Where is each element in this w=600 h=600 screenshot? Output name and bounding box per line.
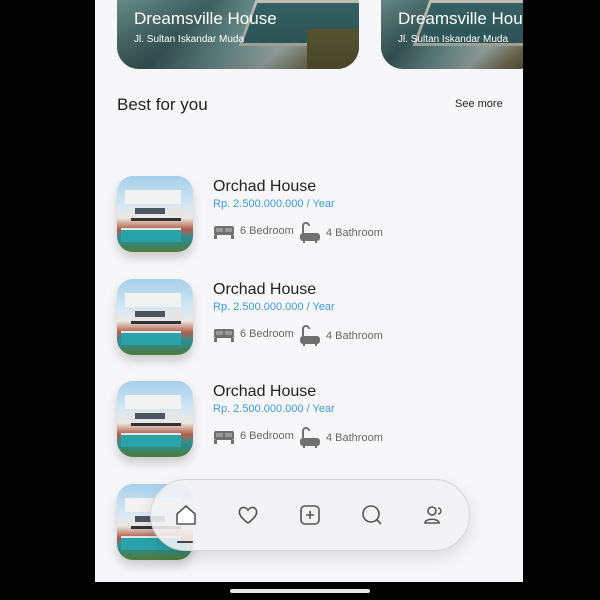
featured-card[interactable]: Dreamsville House Jl. Sultan Iskandar Mu… [381,0,523,69]
bathroom-info: 4 Bathroom [299,222,383,244]
featured-card[interactable]: Dreamsville House Jl. Sultan Iskandar Mu… [117,0,359,69]
bathroom-count: 4 Bathroom [326,227,383,239]
section-title: Best for you [117,95,208,114]
bottom-nav [150,479,470,551]
bedroom-count: 6 Bedroom [240,328,294,340]
house-price: Rp. 2.500.000.000 / Year [213,198,335,210]
house-name: Orchad House [213,281,317,298]
bathtub-icon [300,427,320,448]
bathroom-count: 4 Bathroom [326,330,383,342]
featured-address: Jl. Sultan Iskandar Muda [134,34,245,45]
house-name: Orchad House [213,383,317,400]
house-price: Rp. 2.500.000.000 / Year [213,301,335,313]
bathroom-info: 4 Bathroom [299,325,383,347]
list-item[interactable]: Orchad House Rp. 2.500.000.000 / Year 6 … [117,381,517,461]
search-icon [362,505,382,525]
list-item[interactable]: Orchad House Rp. 2.500.000.000 / Year 6 … [117,176,517,256]
list-item[interactable]: Orchad House Rp. 2.500.000.000 / Year 6 … [117,279,517,359]
house-thumbnail [117,381,193,457]
bathroom-count: 4 Bathroom [326,432,383,444]
featured-name: Dreamsville House [398,9,523,28]
nav-profile-button[interactable] [421,502,447,528]
nav-search-button[interactable] [359,502,385,528]
see-more-link[interactable]: See more [455,98,503,110]
nav-add-button[interactable] [297,502,323,528]
bed-icon [214,431,234,444]
house-thumbnail [117,176,193,252]
bathtub-icon [300,325,320,346]
home-indicator[interactable] [230,589,370,593]
bedroom-info: 6 Bedroom [213,325,294,343]
profile-icon [424,506,442,524]
bathroom-info: 4 Bathroom [299,427,383,449]
nav-home-button[interactable] [173,502,199,528]
bedroom-count: 6 Bedroom [240,430,294,442]
bedroom-count: 6 Bedroom [240,225,294,237]
house-price: Rp. 2.500.000.000 / Year [213,403,335,415]
featured-name: Dreamsville House [134,9,277,28]
bed-icon [214,329,234,342]
active-tab-indicator [177,541,193,543]
add-icon [300,505,320,525]
featured-address: Jl. Sultan Iskandar Muda [398,34,509,45]
bedroom-info: 6 Bedroom [213,222,294,240]
heart-icon [238,506,258,525]
bed-icon [214,226,234,239]
bedroom-info: 6 Bedroom [213,427,294,445]
house-thumbnail [117,279,193,355]
house-name: Orchad House [213,178,317,195]
bathtub-icon [300,222,320,243]
featured-carousel[interactable]: Dreamsville House Jl. Sultan Iskandar Mu… [95,0,523,70]
nav-favorites-button[interactable] [235,502,261,528]
home-icon [176,505,196,525]
